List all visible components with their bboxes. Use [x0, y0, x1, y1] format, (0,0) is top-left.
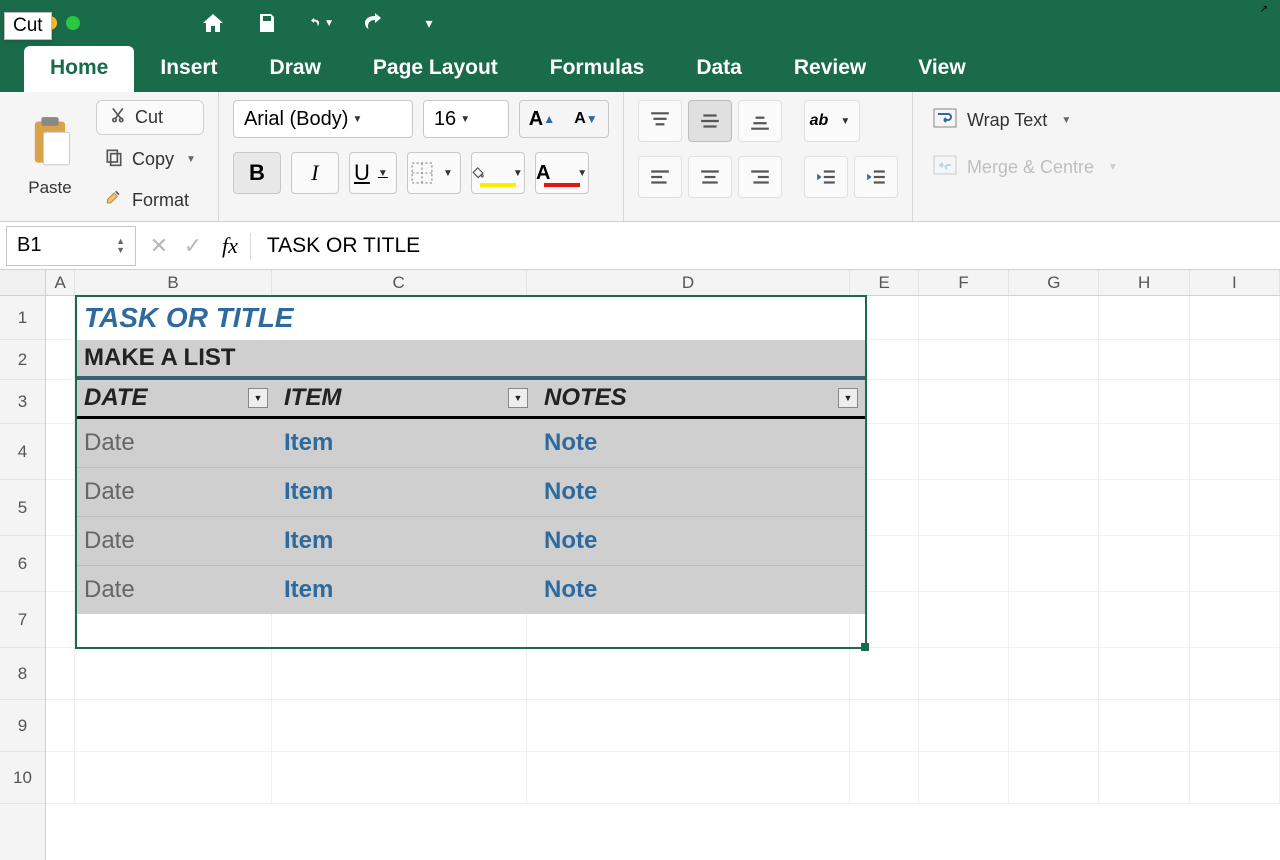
- align-right-button[interactable]: [738, 156, 782, 198]
- font-size-select[interactable]: 16▼: [423, 100, 509, 138]
- orientation-button[interactable]: ab↗▼: [804, 100, 860, 142]
- align-middle-button[interactable]: [688, 100, 732, 142]
- col-header[interactable]: H: [1099, 270, 1189, 295]
- save-icon[interactable]: [254, 10, 280, 36]
- redo-icon[interactable]: [362, 10, 388, 36]
- borders-icon: [411, 162, 433, 184]
- paste-button[interactable]: Paste: [14, 100, 86, 212]
- scissors-icon: [107, 105, 127, 130]
- paste-label: Paste: [28, 178, 71, 198]
- formula-input[interactable]: TASK OR TITLE: [267, 234, 420, 258]
- merge-centre-button: Merge & Centre▼: [927, 151, 1124, 184]
- row-header[interactable]: 2: [0, 340, 45, 380]
- maximize-window-icon[interactable]: [66, 16, 80, 30]
- copy-label: Copy: [132, 149, 174, 170]
- paint-bucket-icon: [472, 163, 486, 183]
- filter-icon[interactable]: ▼: [838, 388, 858, 408]
- col-header[interactable]: A: [46, 270, 75, 295]
- table-area: TASK OR TITLE MAKE A LIST DATE▼ ITEM▼ NO…: [76, 296, 866, 614]
- col-header[interactable]: D: [527, 270, 851, 295]
- filter-icon[interactable]: ▼: [508, 388, 528, 408]
- font-name-value: Arial (Body): [244, 108, 348, 131]
- increase-indent-button[interactable]: [854, 156, 898, 198]
- select-all-corner[interactable]: [0, 270, 45, 296]
- name-box[interactable]: B1 ▲▼: [6, 226, 136, 266]
- wrap-text-label: Wrap Text: [967, 110, 1047, 131]
- italic-button[interactable]: I: [291, 152, 339, 194]
- decrease-indent-button[interactable]: [804, 156, 848, 198]
- decrease-font-button[interactable]: A▼: [564, 101, 608, 137]
- merge-centre-label: Merge & Centre: [967, 157, 1094, 178]
- filter-icon[interactable]: ▼: [248, 388, 268, 408]
- row-header[interactable]: 6: [0, 536, 45, 592]
- cut-button[interactable]: Cut: [96, 100, 204, 135]
- tab-formulas[interactable]: Formulas: [524, 46, 671, 92]
- row-header[interactable]: 10: [0, 752, 45, 804]
- row-header[interactable]: 5: [0, 480, 45, 536]
- copy-icon: [104, 147, 124, 172]
- copy-button[interactable]: Copy▼: [96, 143, 204, 176]
- column-header-notes[interactable]: NOTES▼: [536, 380, 866, 416]
- undo-icon[interactable]: ▼: [308, 10, 334, 36]
- column-header-item[interactable]: ITEM▼: [276, 380, 536, 416]
- font-color-icon: A: [536, 162, 550, 185]
- col-header[interactable]: G: [1009, 270, 1099, 295]
- font-size-value: 16: [434, 108, 456, 131]
- name-box-value: B1: [17, 234, 41, 257]
- tab-review[interactable]: Review: [768, 46, 892, 92]
- align-center-button[interactable]: [688, 156, 732, 198]
- tab-home[interactable]: Home: [24, 46, 134, 92]
- wrap-text-button[interactable]: Wrap Text▼: [927, 104, 1124, 137]
- format-label: Format: [132, 190, 189, 211]
- table-row[interactable]: DateItemNote: [76, 517, 866, 566]
- align-left-button[interactable]: [638, 156, 682, 198]
- home-icon[interactable]: [200, 10, 226, 36]
- font-color-button[interactable]: A ▼: [535, 152, 589, 194]
- row-header[interactable]: 8: [0, 648, 45, 700]
- paintbrush-icon: [104, 188, 124, 213]
- align-bottom-button[interactable]: [738, 100, 782, 142]
- table-title[interactable]: TASK OR TITLE: [76, 296, 866, 340]
- merge-icon: [933, 155, 957, 180]
- format-painter-button[interactable]: Format: [96, 184, 204, 217]
- row-header[interactable]: 9: [0, 700, 45, 752]
- underline-button[interactable]: U▼: [349, 152, 397, 194]
- font-name-select[interactable]: Arial (Body)▼: [233, 100, 413, 138]
- align-top-button[interactable]: [638, 100, 682, 142]
- increase-font-button[interactable]: A▲: [520, 101, 564, 137]
- table-row[interactable]: DateItemNote: [76, 566, 866, 614]
- worksheet[interactable]: TASK OR TITLE MAKE A LIST DATE▼ ITEM▼ NO…: [46, 296, 1280, 804]
- ribbon-tabs: Home Insert Draw Page Layout Formulas Da…: [0, 46, 1280, 92]
- table-row[interactable]: DateItemNote: [76, 419, 866, 468]
- col-header[interactable]: F: [919, 270, 1009, 295]
- customize-qat-icon[interactable]: ▾: [416, 10, 442, 36]
- row-header[interactable]: 7: [0, 592, 45, 648]
- cut-label: Cut: [135, 107, 163, 128]
- accept-formula-button[interactable]: ✓: [176, 233, 210, 259]
- wrap-text-icon: [933, 108, 957, 133]
- cancel-formula-button[interactable]: ✕: [142, 233, 176, 259]
- clipboard-icon: [27, 115, 73, 172]
- col-header[interactable]: C: [272, 270, 527, 295]
- tab-view[interactable]: View: [892, 46, 991, 92]
- col-header[interactable]: I: [1190, 270, 1280, 295]
- tab-insert[interactable]: Insert: [134, 46, 243, 92]
- fx-icon[interactable]: fx: [210, 233, 251, 259]
- table-subtitle[interactable]: MAKE A LIST: [76, 340, 866, 380]
- row-header[interactable]: 1: [0, 296, 45, 340]
- bold-button[interactable]: B: [233, 152, 281, 194]
- row-header[interactable]: 3: [0, 380, 45, 424]
- table-row[interactable]: DateItemNote: [76, 468, 866, 517]
- tab-data[interactable]: Data: [670, 46, 768, 92]
- tooltip-cut: Cut: [4, 12, 52, 40]
- fill-color-button[interactable]: ▼: [471, 152, 525, 194]
- row-header[interactable]: 4: [0, 424, 45, 480]
- tab-page-layout[interactable]: Page Layout: [347, 46, 524, 92]
- column-header-date[interactable]: DATE▼: [76, 380, 276, 416]
- col-header[interactable]: E: [850, 270, 919, 295]
- borders-button[interactable]: ▼: [407, 152, 461, 194]
- tab-draw[interactable]: Draw: [244, 46, 347, 92]
- col-header[interactable]: B: [75, 270, 271, 295]
